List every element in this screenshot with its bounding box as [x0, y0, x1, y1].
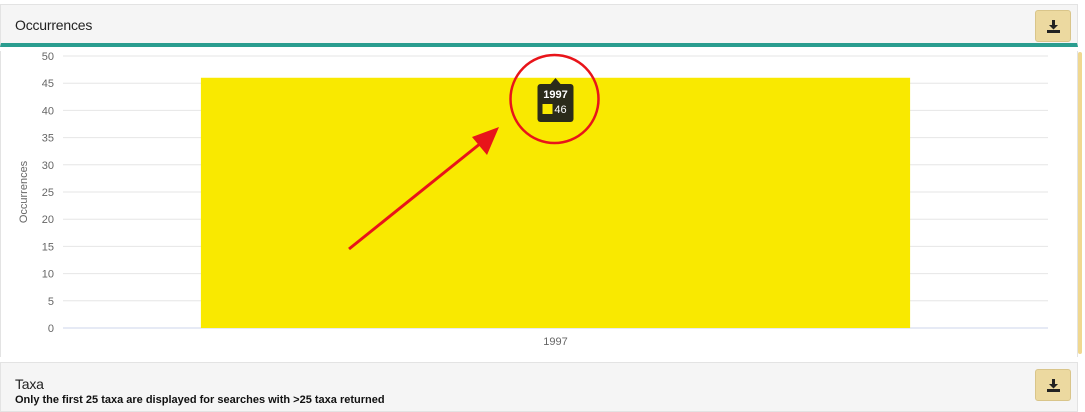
y-tick-label: 10 — [42, 269, 54, 281]
occurrences-chart-container: 0 5 10 15 20 25 30 35 40 45 50 Occurrences 1997 1997 4… — [0, 51, 1078, 357]
occurrences-download-button[interactable] — [1035, 10, 1071, 42]
y-tick-label: 40 — [42, 105, 54, 117]
occurrences-bar-chart: 0 5 10 15 20 25 30 35 40 45 50 Occurrences 1997 1997 4… — [18, 51, 1048, 348]
taxa-panel-header: Taxa Only the first 25 taxa are displaye… — [0, 362, 1078, 412]
scrollbar-thumb[interactable] — [1078, 52, 1082, 354]
tooltip-value: 46 — [554, 104, 566, 116]
y-tick-label: 25 — [42, 187, 54, 199]
taxa-download-button[interactable] — [1035, 369, 1071, 401]
download-icon — [1047, 379, 1060, 392]
y-tick-label: 5 — [48, 296, 54, 308]
occurrences-panel-header: Occurrences — [0, 4, 1078, 47]
y-tick-label: 30 — [42, 160, 54, 172]
y-tick-label: 50 — [42, 51, 54, 63]
tooltip-series-swatch — [542, 104, 553, 114]
taxa-limit-note: Only the first 25 taxa are displayed for… — [15, 394, 385, 406]
download-icon — [1047, 20, 1060, 33]
taxa-panel-title: Taxa — [15, 376, 44, 392]
x-tick-label: 1997 — [543, 336, 567, 348]
occurrences-panel-title: Occurrences — [15, 17, 93, 33]
y-axis-title: Occurrences — [18, 160, 30, 223]
y-tick-label: 35 — [42, 133, 54, 145]
y-tick-label: 0 — [48, 323, 54, 335]
y-tick-label: 15 — [42, 241, 54, 253]
tooltip-title: 1997 — [543, 89, 567, 101]
y-tick-label: 45 — [42, 78, 54, 90]
y-tick-label: 20 — [42, 214, 54, 226]
